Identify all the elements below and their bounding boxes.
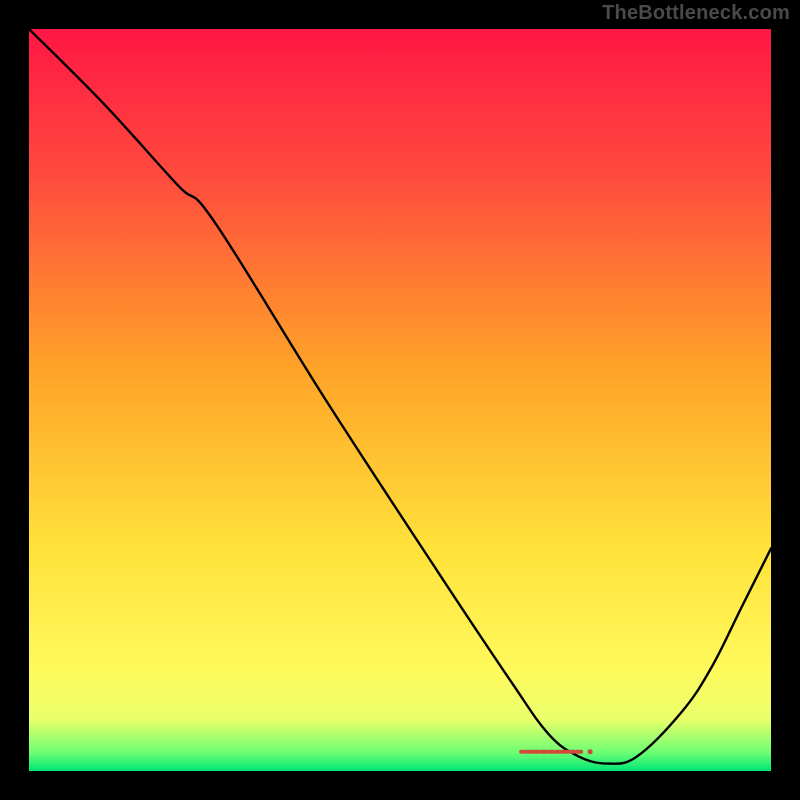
- plot-area: [29, 29, 771, 771]
- gradient-background: [29, 29, 771, 771]
- watermark-text: TheBottleneck.com: [602, 2, 790, 25]
- chart-frame: TheBottleneck.com: [0, 0, 800, 800]
- chart-svg: [29, 29, 771, 771]
